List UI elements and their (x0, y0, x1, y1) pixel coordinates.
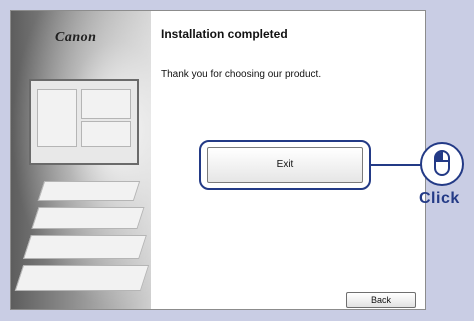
exit-button[interactable]: Exit (207, 147, 363, 183)
print-sample-sheet (23, 235, 147, 259)
mouse-badge (420, 142, 464, 186)
page-title: Installation completed (161, 27, 288, 41)
monitor-sheet (37, 89, 77, 147)
brand-logo: Canon (55, 30, 97, 45)
sidebar-illustration (11, 11, 151, 309)
print-sample-sheet (37, 181, 141, 201)
print-sample-sheet (31, 207, 145, 229)
monitor-sheet (81, 89, 131, 119)
monitor-graphic (29, 79, 139, 165)
monitor-sheet (81, 121, 131, 147)
completion-message: Thank you for choosing our product. (161, 69, 322, 80)
callout-connector (371, 164, 423, 166)
mouse-icon (434, 150, 450, 176)
print-sample-sheet (14, 265, 150, 291)
back-button[interactable]: Back (346, 292, 416, 308)
click-label: Click (419, 190, 460, 207)
